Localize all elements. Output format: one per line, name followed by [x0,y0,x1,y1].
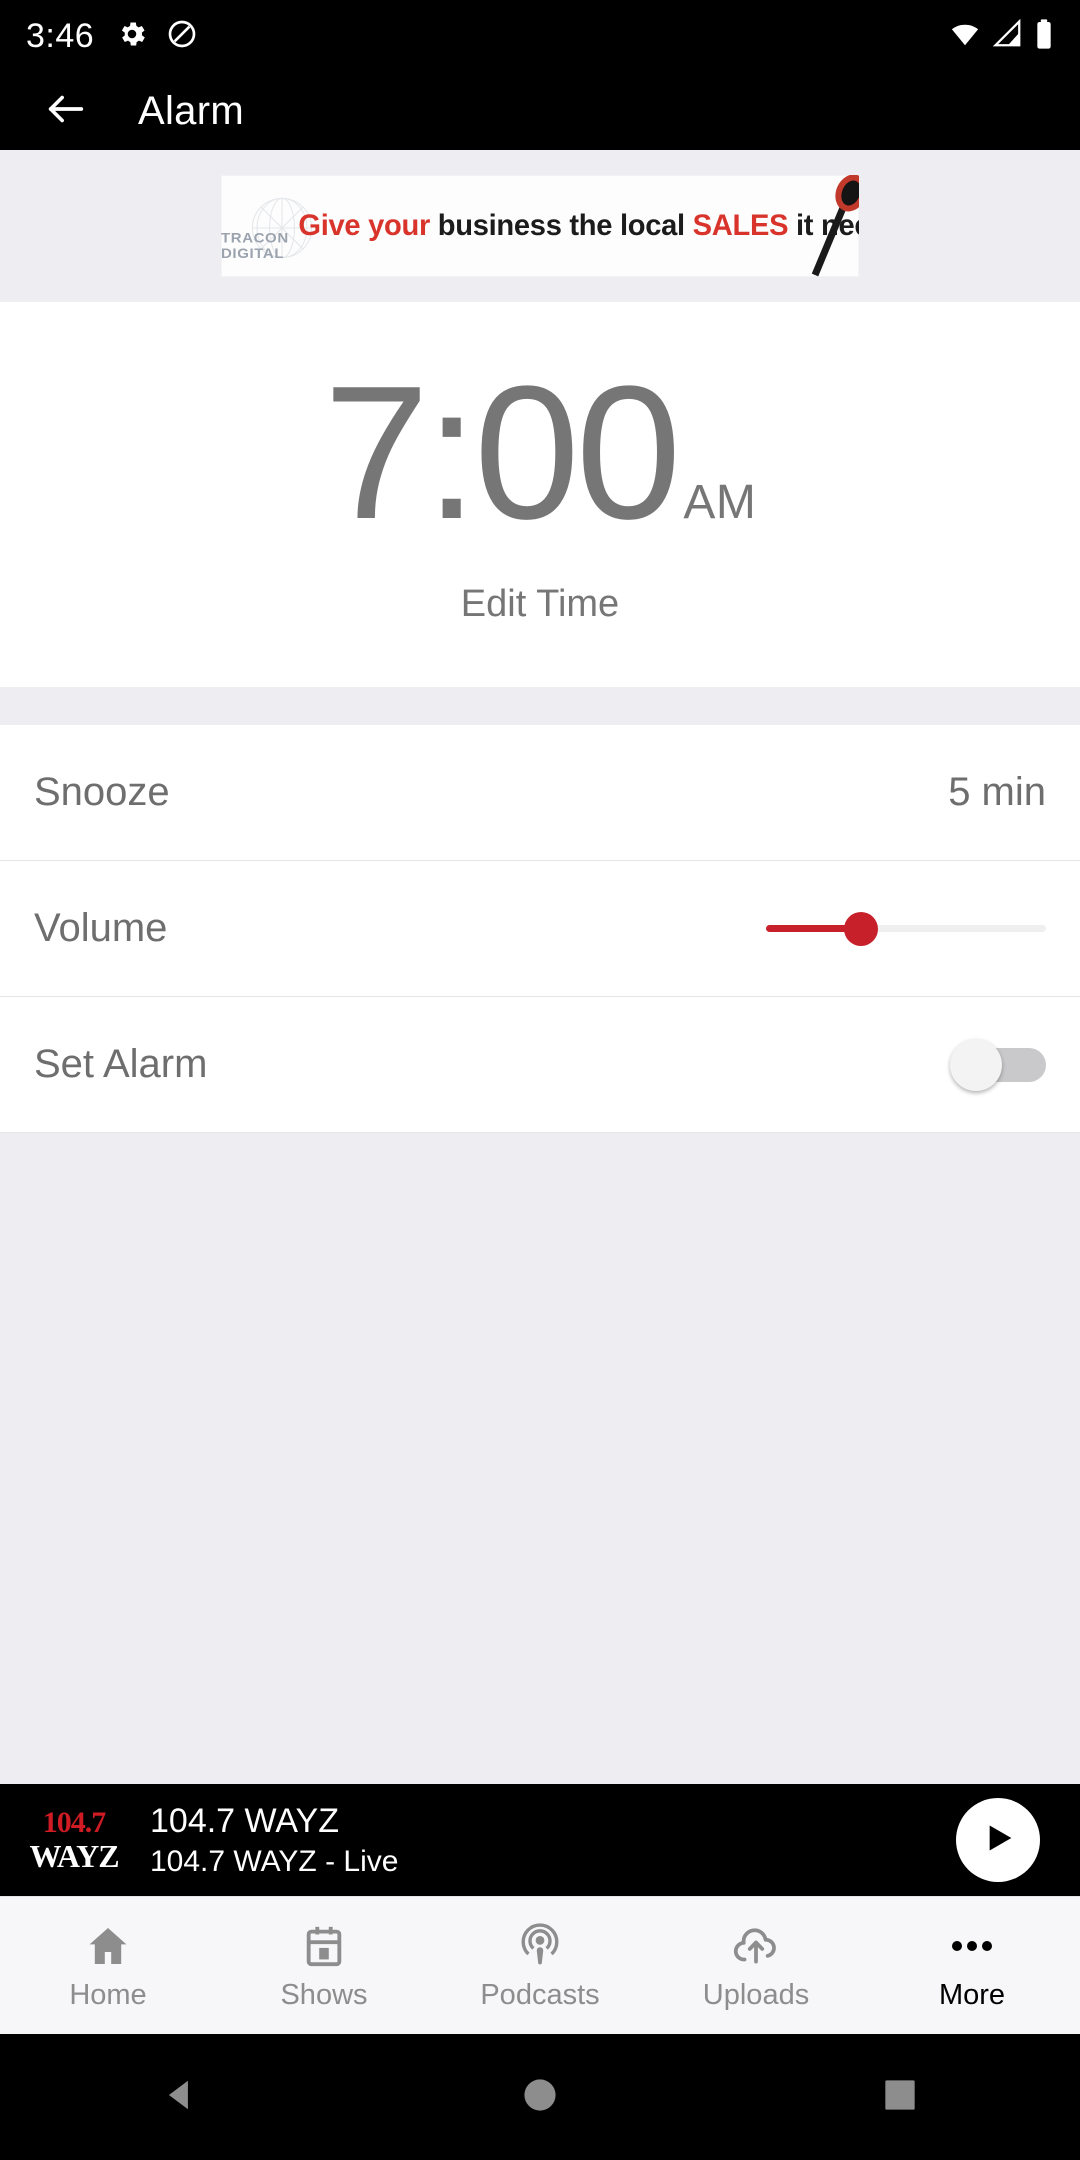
ad-headline: Give your business the local SALES it ne… [298,209,859,243]
bottom-navigation: Home Shows Podcasts Uploads More [0,1896,1080,2034]
station-logo-callsign: WAYZ [29,1838,119,1874]
status-bar-notification-icons [116,18,198,55]
ad-headline-part-3: SALES [692,209,788,242]
app-screen: 3:46 Alarm TRACON DIGITAL Give your busi… [0,0,1080,2160]
snooze-value: 5 min [948,770,1046,814]
nav-label-uploads: Uploads [702,1979,810,2011]
system-back-button[interactable] [120,2067,240,2127]
snooze-row[interactable]: Snooze 5 min [0,725,1080,861]
system-recents-button[interactable] [840,2067,960,2127]
ad-container: TRACON DIGITAL Give your business the lo… [0,150,1080,302]
nav-label-shows: Shows [280,1979,368,2011]
edit-time-button[interactable]: Edit Time [461,583,619,626]
nav-label-home: Home [69,1979,147,2011]
nav-item-podcasts[interactable]: Podcasts [432,1897,648,2034]
nav-label-podcasts: Podcasts [480,1979,600,2011]
alarm-time-meridiem: AM [683,475,757,529]
alarm-clock-panel: 7:00 AM Edit Time [0,302,1080,687]
volume-slider[interactable] [766,909,1046,949]
empty-space [0,1133,1080,1784]
gear-icon [116,18,148,55]
play-icon [978,1818,1018,1863]
volume-label: Volume [34,906,168,950]
section-divider-band [0,687,1080,725]
now-playing-meta: 104.7 WAYZ 104.7 WAYZ - Live [150,1802,398,1879]
ad-advertiser-name: TRACON DIGITAL [221,230,289,262]
nav-item-uploads[interactable]: Uploads [648,1897,864,2034]
now-playing-bar[interactable]: 104.7 WAYZ 104.7 WAYZ 104.7 WAYZ - Live [0,1784,1080,1896]
ad-headline-part-1: Give your [298,209,430,242]
station-logo-frequency: 104.7 [42,1806,106,1839]
wifi-icon [948,19,982,54]
station-logo: 104.7 WAYZ [26,1799,122,1881]
play-button[interactable] [956,1798,1040,1882]
back-arrow-icon [43,86,89,137]
status-bar-system-icons [948,18,1054,55]
system-navigation-bar [0,2034,1080,2160]
volume-row[interactable]: Volume [0,861,1080,997]
alarm-settings-list: Snooze 5 min Volume Set Alarm [0,725,1080,1133]
nav-label-more: More [938,1979,1006,2011]
snooze-label: Snooze [34,770,170,814]
system-home-button[interactable] [480,2067,600,2127]
triangle-back-icon [161,2076,199,2119]
cell-signal-icon [992,18,1024,54]
set-alarm-label: Set Alarm [34,1042,208,1086]
volume-control[interactable] [766,909,1046,949]
nav-item-home[interactable]: Home [0,1897,216,2034]
alarm-time-value: 7:00 [323,346,682,559]
home-icon [81,1919,135,1973]
now-playing-title: 104.7 WAYZ [150,1801,339,1840]
circle-home-icon [523,2078,557,2117]
alarm-time-display[interactable]: 7:00 AM [323,346,757,559]
battery-icon [1034,18,1054,55]
cloud-upload-icon [729,1919,783,1973]
nav-item-shows[interactable]: Shows [216,1897,432,2034]
status-bar: 3:46 [0,0,1080,72]
calendar-icon [297,1919,351,1973]
set-alarm-row[interactable]: Set Alarm [0,997,1080,1133]
set-alarm-toggle[interactable] [950,1038,1046,1091]
do-not-disturb-icon [166,18,198,55]
back-button[interactable] [30,75,102,147]
square-recents-icon [884,2079,916,2116]
page-title: Alarm [138,88,244,133]
more-dots-icon [945,1919,999,1973]
set-alarm-toggle-thumb[interactable] [950,1038,1002,1091]
app-bar: Alarm [0,72,1080,150]
now-playing-subtitle: 104.7 WAYZ - Live [150,1844,399,1878]
ad-microphone-art [811,175,859,277]
nav-item-more[interactable]: More [864,1897,1080,2034]
ad-headline-part-2: business the local [429,209,693,242]
podcast-icon [513,1919,567,1973]
ad-advertiser-logo: TRACON DIGITAL [221,175,313,277]
volume-slider-thumb[interactable] [844,911,879,946]
ad-banner[interactable]: TRACON DIGITAL Give your business the lo… [221,175,859,277]
status-bar-clock: 3:46 [26,17,95,55]
set-alarm-control[interactable] [950,1038,1046,1091]
